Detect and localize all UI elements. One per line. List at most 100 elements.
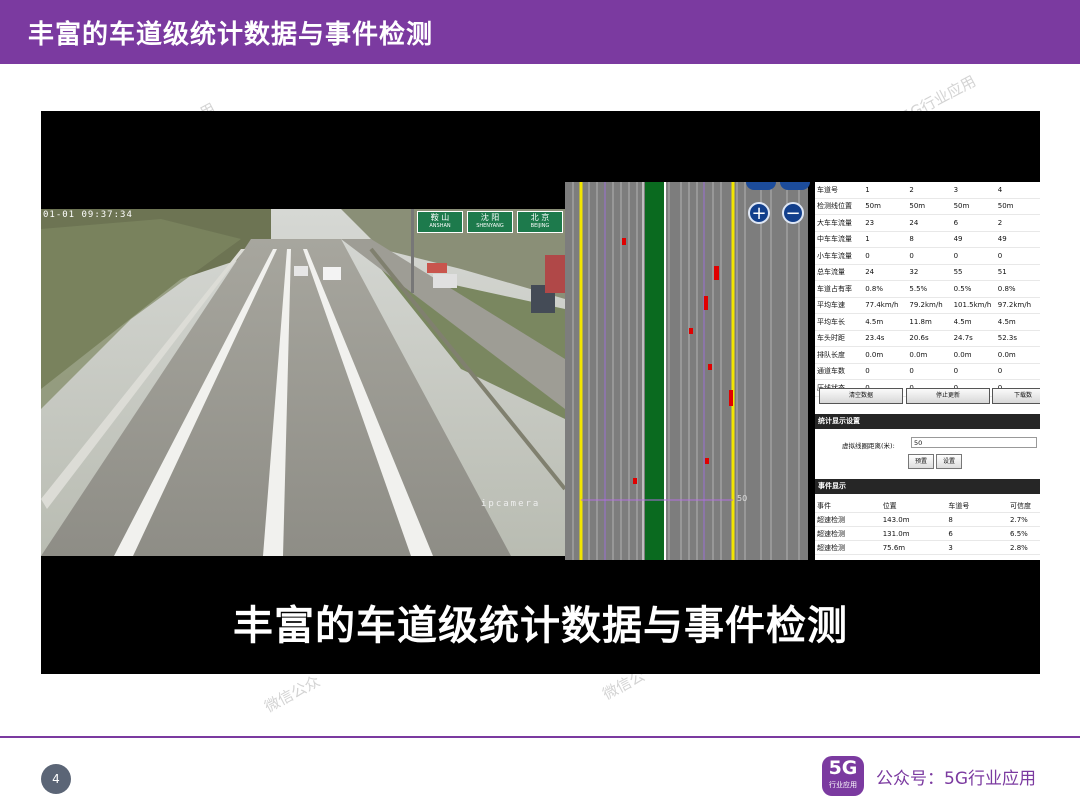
slide-title: 丰富的车道级统计数据与事件检测 — [28, 20, 434, 50]
lane-visualization: 50 — [565, 182, 808, 560]
sign-text: 沈 阳 — [480, 213, 500, 222]
events-header: 事件显示 — [815, 479, 1040, 494]
event-cell: 75.6m — [880, 540, 947, 555]
events-column-header: 车道号 — [946, 499, 1009, 513]
stats-cell: 3 — [951, 182, 996, 199]
zoom-in-button[interactable]: + — [748, 202, 770, 224]
download-data-button[interactable]: 下载数 — [992, 388, 1040, 404]
preset-button[interactable]: 预置 — [908, 454, 934, 469]
stats-row-header: 平均车速 — [815, 297, 864, 314]
stats-cell: 0.8% — [995, 280, 1040, 298]
road-sign-anshan: 鞍 山 ANSHAN — [417, 211, 463, 233]
road-sign-shenyang: 沈 阳 SHENYANG — [467, 211, 513, 233]
stats-cell: 32 — [907, 264, 952, 281]
event-cell: 6.5% — [1008, 526, 1040, 541]
stats-cell: 20.6s — [907, 330, 952, 347]
stats-cell: 11.8m — [907, 313, 952, 331]
event-cell: 2.8% — [1008, 540, 1040, 555]
settings-header: 统计显示设置 — [815, 414, 1040, 429]
stats-cell: 6 — [951, 214, 996, 232]
sign-text: 北 京 — [530, 213, 550, 222]
stats-cell: 24.7s — [951, 330, 996, 347]
video-caption: 丰富的车道级统计数据与事件检测 — [233, 603, 848, 649]
zoom-control-partial — [746, 182, 776, 190]
stats-cell: 1 — [863, 182, 908, 199]
stats-cell: 4.5m — [995, 313, 1040, 331]
stats-row-header: 中车车流量 — [815, 231, 864, 248]
sign-subtext: ANSHAN — [429, 223, 451, 229]
set-button[interactable]: 设置 — [936, 454, 962, 469]
stats-cell: 4.5m — [863, 313, 908, 331]
camera-feed: 01-01 09:37:34 鞍 山 ANSHAN 沈 阳 SHENYANG 北… — [41, 209, 565, 556]
stats-cell: 77.4km/h — [863, 297, 908, 314]
stats-cell: 23.4s — [863, 330, 908, 347]
coil-distance-input[interactable]: 50 — [911, 437, 1037, 448]
stats-cell: 0.0m — [907, 346, 952, 364]
stats-cell: 52.3s — [995, 330, 1040, 347]
stats-row: 排队长度 0.0m 0.0m 0.0m 0.0m — [815, 346, 1040, 364]
stats-row: 总车流量 24 32 55 51 — [815, 264, 1040, 281]
stats-cell: 0 — [863, 363, 908, 380]
sign-subtext: SHENYANG — [476, 223, 504, 229]
stats-cell: 0.0m — [995, 346, 1040, 364]
stats-cell: 1 — [863, 231, 908, 248]
stats-cell: 0 — [995, 363, 1040, 380]
stats-row: 平均车速 77.4km/h 79.2km/h 101.5km/h 97.2km/h — [815, 297, 1040, 314]
stats-row: 车道占有率 0.8% 5.5% 0.5% 0.8% — [815, 280, 1040, 298]
brand-logo: 5G 行业应用 — [822, 756, 864, 796]
stats-cell: 24 — [863, 264, 908, 281]
zoom-out-button[interactable]: − — [782, 202, 804, 224]
stats-cell: 49 — [995, 231, 1040, 248]
events-column-header: 位置 — [880, 499, 947, 513]
event-cell: 8 — [946, 512, 1009, 527]
stats-row: 检测线位置 50m 50m 50m 50m — [815, 198, 1040, 215]
event-row[interactable]: 超速检测 75.6m 3 2.8% — [815, 540, 1040, 555]
statistics-panel: 车道号 1 2 3 4 检测线位置 50m 50m 50m 50m 大车车流量 23 24 6 2 中车车流量… — [815, 182, 1040, 560]
stats-row: 通道车数 0 0 0 0 — [815, 363, 1040, 380]
stats-cell: 4 — [995, 182, 1040, 199]
stats-cell: 50m — [907, 198, 952, 215]
event-cell: 超速检测 — [815, 512, 881, 527]
events-header-row: 事件 位置 车道号 可信度 — [815, 499, 1040, 513]
stats-row: 中车车流量 1 8 49 49 — [815, 231, 1040, 248]
event-cell: 超速检测 — [815, 540, 881, 555]
lane-stats-table: 车道号 1 2 3 4 检测线位置 50m 50m 50m 50m 大车车流量 23 24 6 2 中车车流量… — [815, 182, 1040, 397]
stats-cell: 2 — [995, 214, 1040, 232]
zoom-control-partial — [780, 182, 810, 190]
road-sign-beijing: 北 京 BEIJING — [517, 211, 563, 233]
stats-buttons: 清空数据 停止更新 下载数 — [819, 388, 1040, 404]
event-cell: 超速检测 — [815, 526, 881, 541]
logo-text: 5G — [828, 757, 858, 779]
stats-cell: 0 — [907, 247, 952, 265]
stats-row-header: 通道车数 — [815, 363, 864, 380]
video-frame: 01-01 09:37:34 鞍 山 ANSHAN 沈 阳 SHENYANG 北… — [41, 111, 1040, 674]
stats-cell: 0 — [951, 363, 996, 380]
stats-row-header: 总车流量 — [815, 264, 864, 281]
clear-data-button[interactable]: 清空数据 — [819, 388, 903, 404]
stats-cell: 101.5km/h — [951, 297, 996, 314]
camera-timestamp: 01-01 09:37:34 — [43, 210, 133, 220]
event-cell: 2.7% — [1008, 512, 1040, 527]
stats-row-header: 小车车流量 — [815, 247, 864, 265]
stats-cell: 24 — [907, 214, 952, 232]
events-column-header: 可信度 — [1008, 499, 1040, 513]
event-cell: 6 — [946, 526, 1009, 541]
events-column-header: 事件 — [815, 499, 881, 513]
stats-row-header: 车道号 — [815, 182, 864, 199]
account-label: 公众号：5G行业应用 — [876, 769, 1036, 789]
stats-cell: 0.8% — [863, 280, 908, 298]
event-row[interactable]: 超速检测 131.0m 6 6.5% — [815, 526, 1040, 541]
stats-cell: 23 — [863, 214, 908, 232]
stop-update-button[interactable]: 停止更新 — [906, 388, 990, 404]
page-number: 4 — [41, 764, 71, 794]
stats-cell: 51 — [995, 264, 1040, 281]
stats-row: 车头时距 23.4s 20.6s 24.7s 52.3s — [815, 330, 1040, 347]
stats-cell: 8 — [907, 231, 952, 248]
stats-cell: 50m — [951, 198, 996, 215]
footer-divider — [0, 736, 1080, 738]
stats-cell: 97.2km/h — [995, 297, 1040, 314]
sign-subtext: BEIJING — [530, 223, 550, 229]
stats-cell: 55 — [951, 264, 996, 281]
event-row[interactable]: 超速检测 143.0m 8 2.7% — [815, 512, 1040, 527]
stats-cell: 0 — [907, 363, 952, 380]
